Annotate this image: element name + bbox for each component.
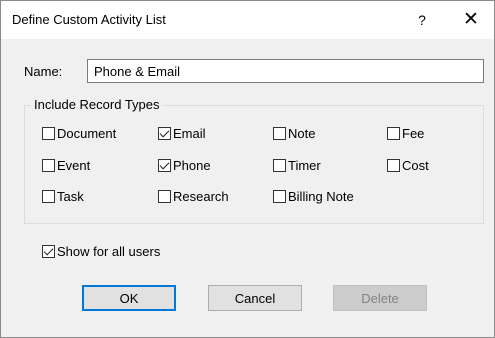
checkmark-icon[interactable]	[158, 127, 171, 140]
checkbox-document[interactable]: Document	[42, 126, 116, 141]
checkbox-box[interactable]	[387, 159, 400, 172]
checkbox-box[interactable]	[42, 127, 55, 140]
checkbox-box[interactable]	[42, 159, 55, 172]
title-bar: Define Custom Activity List ? ✕	[1, 1, 494, 39]
checkbox-task[interactable]: Task	[42, 189, 84, 204]
checkbox-box[interactable]	[273, 190, 286, 203]
checkbox-label: Cost	[402, 158, 429, 173]
checkbox-cost[interactable]: Cost	[387, 158, 429, 173]
checkbox-email[interactable]: Email	[158, 126, 206, 141]
checkbox-billing-note[interactable]: Billing Note	[273, 189, 354, 204]
checkbox-research[interactable]: Research	[158, 189, 229, 204]
checkbox-show-for-all-users[interactable]: Show for all users	[42, 244, 160, 259]
delete-button[interactable]: Delete	[333, 285, 427, 311]
dialog-title: Define Custom Activity List	[12, 12, 166, 27]
name-input[interactable]	[87, 59, 484, 83]
checkbox-box[interactable]	[273, 127, 286, 140]
checkmark-icon[interactable]	[42, 245, 55, 258]
checkbox-note[interactable]: Note	[273, 126, 315, 141]
close-icon[interactable]: ✕	[457, 8, 485, 32]
checkbox-box[interactable]	[273, 159, 286, 172]
checkmark-icon[interactable]	[158, 159, 171, 172]
checkbox-phone[interactable]: Phone	[158, 158, 211, 173]
checkbox-label: Timer	[288, 158, 321, 173]
checkbox-fee[interactable]: Fee	[387, 126, 424, 141]
name-label: Name:	[24, 64, 63, 79]
checkbox-timer[interactable]: Timer	[273, 158, 321, 173]
cancel-button[interactable]: Cancel	[208, 285, 302, 311]
checkbox-label: Fee	[402, 126, 425, 141]
checkbox-label: Phone	[173, 158, 211, 173]
checkbox-event[interactable]: Event	[42, 158, 90, 173]
checkbox-label: Task	[57, 189, 84, 204]
help-icon[interactable]: ?	[409, 9, 435, 31]
checkbox-label: Email	[173, 126, 206, 141]
checkbox-box[interactable]	[158, 190, 171, 203]
checkbox-label: Show for all users	[57, 244, 161, 259]
define-custom-activity-list-dialog: Define Custom Activity List ? ✕ Name: In…	[0, 0, 495, 338]
checkbox-label: Research	[173, 189, 229, 204]
checkbox-label: Event	[57, 158, 91, 173]
ok-button[interactable]: OK	[82, 285, 176, 311]
checkbox-box[interactable]	[42, 190, 55, 203]
include-record-types-label: Include Record Types	[31, 97, 163, 112]
checkbox-label: Note	[288, 126, 316, 141]
checkbox-box[interactable]	[387, 127, 400, 140]
checkbox-label: Document	[57, 126, 117, 141]
checkbox-label: Billing Note	[288, 189, 354, 204]
